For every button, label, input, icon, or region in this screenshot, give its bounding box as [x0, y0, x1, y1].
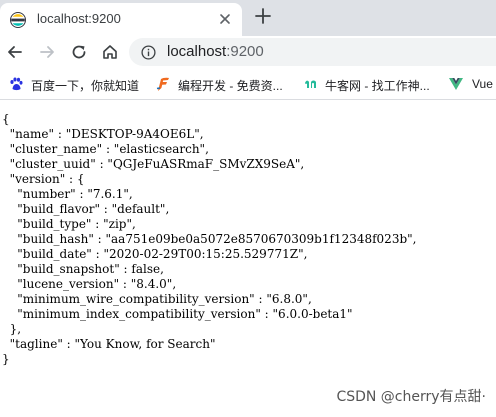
json-line: "build_type" : "zip", — [2, 217, 136, 231]
bookmark-dev-resources[interactable]: 编程开发 - 免费资... — [178, 77, 283, 94]
back-arrow-icon[interactable] — [6, 43, 24, 61]
json-line: { — [2, 112, 10, 126]
json-line: "build_flavor" : "default", — [2, 202, 170, 216]
json-line: "minimum_index_compatibility_version" : … — [2, 307, 353, 321]
url-host: localhost — [167, 43, 227, 60]
forward-arrow-icon[interactable] — [38, 43, 56, 61]
nowcoder-icon[interactable] — [303, 76, 319, 92]
json-line: "name" : "DESKTOP-9A4OE6L", — [2, 127, 204, 141]
csdn-watermark: CSDN @cherry有点甜· — [336, 389, 486, 405]
json-line: "cluster_name" : "elasticsearch", — [2, 142, 209, 156]
elasticsearch-favicon-icon — [10, 12, 26, 28]
feather-icon[interactable] — [155, 76, 171, 92]
tab-strip: localhost:9200 — [0, 0, 496, 36]
home-icon[interactable] — [101, 43, 119, 61]
info-icon[interactable] — [141, 45, 156, 60]
json-line: "build_hash" : "aa751e09be0a5072e8570670… — [2, 232, 417, 246]
url-port: :9200 — [226, 43, 264, 60]
json-line: "minimum_wire_compatibility_version" : "… — [2, 292, 312, 306]
url-text[interactable]: localhost:9200 — [167, 43, 264, 60]
json-line: "number" : "7.6.1", — [2, 187, 133, 201]
baidu-paw-icon[interactable] — [8, 76, 24, 92]
new-tab-plus-icon[interactable] — [254, 7, 272, 25]
json-line: "build_date" : "2020-02-29T00:15:25.5297… — [2, 247, 308, 261]
bookmark-nowcoder[interactable]: 牛客网 - 找工作神... — [325, 77, 430, 94]
reload-icon[interactable] — [70, 43, 88, 61]
vue-icon[interactable] — [448, 76, 464, 92]
json-line: "build_snapshot" : false, — [2, 262, 164, 276]
tab-active[interactable]: localhost:9200 — [0, 3, 242, 36]
bookmark-baidu[interactable]: 百度一下，你就知道 — [31, 77, 139, 94]
json-line: "lucene_version" : "8.4.0", — [2, 277, 177, 291]
json-line: "cluster_uuid" : "QGJeFuASRmaF_SMvZX9SeA… — [2, 157, 305, 171]
bookmark-vue[interactable]: Vue — [472, 77, 493, 91]
json-line: } — [2, 352, 10, 366]
json-line: }, — [2, 322, 22, 336]
json-line: "version" : { — [2, 172, 85, 186]
json-response-body: { "name" : "DESKTOP-9A4OE6L", "cluster_n… — [2, 112, 494, 367]
close-icon[interactable] — [216, 10, 234, 28]
json-line: "tagline" : "You Know, for Search" — [2, 337, 216, 351]
tab-title: localhost:9200 — [37, 11, 121, 26]
